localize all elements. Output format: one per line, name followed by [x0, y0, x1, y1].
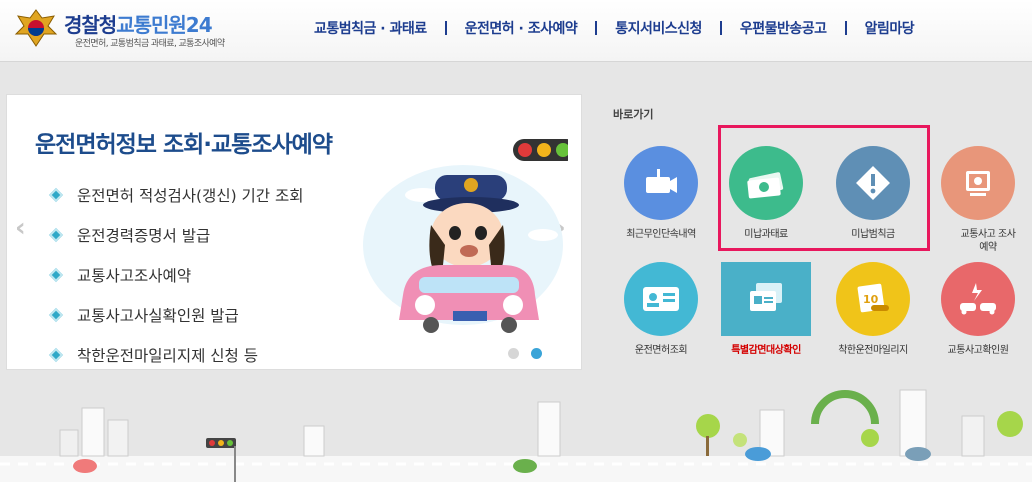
shortcut-circle: [624, 146, 698, 220]
shortcut-label: 교통사고 조사예약: [960, 229, 1016, 253]
main-banner[interactable]: 운전면허정보 조회·교통조사예약 운전면허 적성검사(갱신) 기간 조회 운전경…: [6, 94, 582, 370]
nav-item-notification[interactable]: 통지서비스신청: [597, 18, 720, 38]
banner-list-item[interactable]: 착한운전마일리지제 신청 등: [48, 335, 304, 369]
nav-item-fines[interactable]: 교통범칙금 · 과태료: [296, 18, 445, 38]
shortcut-license-check[interactable]: 운전면허조회: [607, 262, 715, 368]
shortcut-unmanned-enforcement[interactable]: 최근무인단속내역: [607, 146, 715, 252]
shortcut-accident-reservation[interactable]: 교통사고 조사예약: [924, 146, 1032, 253]
police-emblem-icon: [14, 9, 58, 47]
main-nav: 교통범칙금 · 과태료 운전면허 · 조사예약 통지서비스신청 우편물반송공고 …: [296, 18, 932, 38]
camera-icon: [646, 169, 677, 193]
police-mascot-illustration: [363, 139, 568, 333]
nav-item-notice[interactable]: 알림마당: [847, 18, 933, 38]
pagination-dot-active[interactable]: [531, 348, 542, 359]
license-card-icon: [643, 287, 679, 311]
diamond-bullet-icon: [48, 347, 64, 363]
shortcut-circle: [721, 262, 811, 336]
banner-item-label: 착한운전마일리지제 신청 등: [77, 347, 258, 365]
header: 경찰청교통민원24 운전면허, 교통범칙금 과태료, 교통조사예약 교통범칙금 …: [0, 0, 1032, 62]
banner-list-item[interactable]: 운전면허 적성검사(갱신) 기간 조회: [48, 175, 304, 215]
shortcut-label: 특별감면대상확인: [731, 345, 801, 356]
banner-item-label: 운전면허 적성검사(갱신) 기간 조회: [77, 187, 304, 205]
shortcut-label: 운전면허조회: [634, 345, 688, 356]
shortcut-good-driving-mileage[interactable]: 10 착한운전마일리지: [819, 262, 927, 368]
shortcut-accident-certificate[interactable]: 교통사고확인원: [924, 262, 1032, 368]
mileage-card-icon: 10: [857, 283, 889, 313]
shortcut-circle: 10: [836, 262, 910, 336]
shortcut-label: 착한운전마일리지: [838, 345, 908, 356]
shortcut-circle: [941, 262, 1015, 336]
diamond-bullet-icon: [48, 187, 64, 203]
monitor-icon: [966, 171, 990, 196]
shortcut-circle: [941, 146, 1015, 220]
banner-title: 운전면허정보 조회·교통조사예약: [35, 132, 333, 158]
banner-list-item[interactable]: 운전경력증명서 발급: [48, 215, 304, 255]
logo-title: 경찰청교통민원24: [64, 9, 213, 38]
mileage-card-number: 10: [863, 293, 879, 306]
city-skyline-illustration: [0, 389, 1032, 482]
shortcut-label: 교통사고확인원: [947, 345, 1009, 356]
banner-pagination: [508, 348, 542, 359]
diamond-bullet-icon: [48, 267, 64, 283]
nav-item-license[interactable]: 운전면허 · 조사예약: [447, 18, 596, 38]
logo-title-sub: 교통민원24: [116, 13, 212, 37]
banner-prev-button[interactable]: ‹: [15, 213, 26, 243]
pagination-dot[interactable]: [508, 348, 519, 359]
diamond-bullet-icon: [48, 227, 64, 243]
banner-list-item[interactable]: 교통사고사실확인원 발급: [48, 295, 304, 335]
shortcut-special-reduction[interactable]: 특별감면대상확인: [712, 262, 820, 368]
highlight-box: [718, 125, 930, 251]
shortcut-label: 최근무인단속내역: [626, 229, 696, 240]
car-crash-icon: [960, 283, 996, 315]
logo[interactable]: 경찰청교통민원24 운전면허, 교통범칙금 과태료, 교통조사예약: [14, 6, 264, 54]
banner-item-label: 교통사고사실확인원 발급: [77, 307, 239, 325]
diamond-bullet-icon: [48, 307, 64, 323]
shortcuts-title: 바로가기: [613, 108, 654, 121]
logo-subtitle: 운전면허, 교통범칙금 과태료, 교통조사예약: [75, 39, 225, 49]
banner-item-label: 운전경력증명서 발급: [77, 227, 211, 245]
banner-list-item[interactable]: 교통사고조사예약: [48, 255, 304, 295]
logo-title-main: 경찰청: [64, 13, 117, 37]
banner-item-label: 교통사고조사예약: [77, 267, 192, 285]
banner-list: 운전면허 적성검사(갱신) 기간 조회 운전경력증명서 발급 교통사고조사예약 …: [48, 175, 304, 369]
documents-icon: [750, 283, 782, 311]
nav-item-returned-mail[interactable]: 우편물반송공고: [722, 18, 845, 38]
shortcut-circle: [624, 262, 698, 336]
